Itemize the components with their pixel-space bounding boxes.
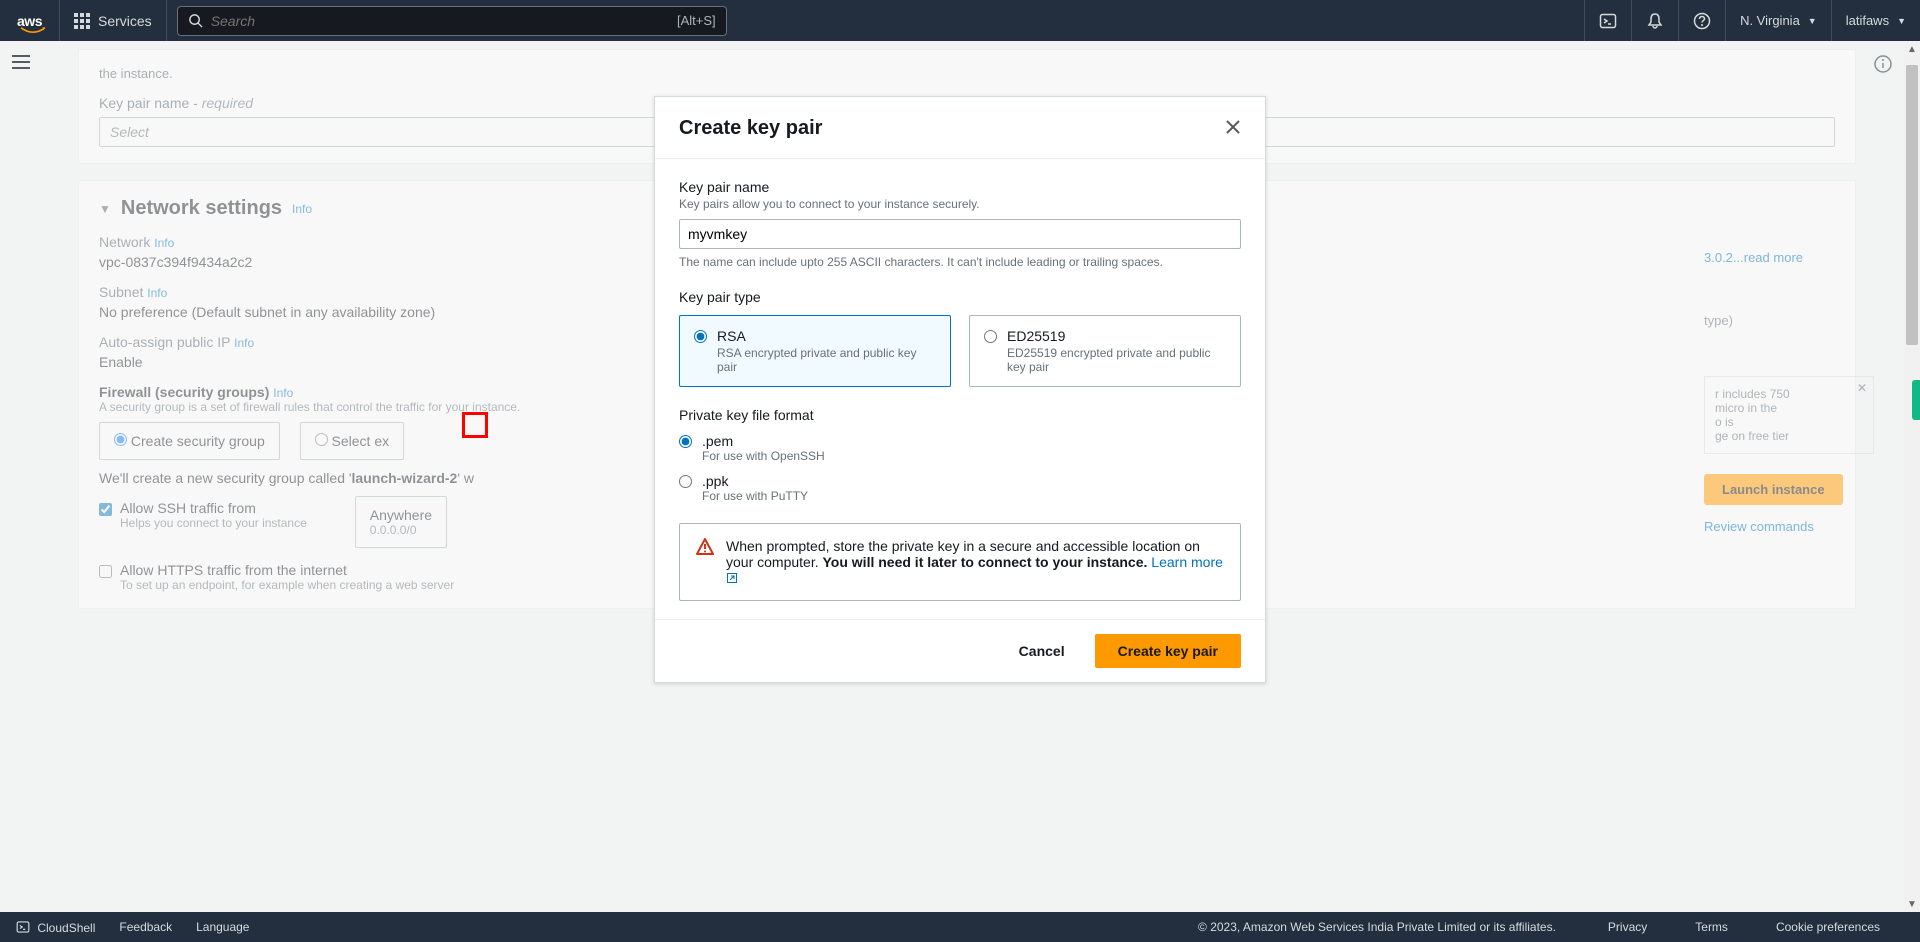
side-tab[interactable]: [1912, 380, 1920, 420]
footer: CloudShell Feedback Language © 2023, Ama…: [0, 912, 1920, 942]
account-menu[interactable]: latifaws▼: [1831, 0, 1920, 41]
external-link-icon: [726, 572, 738, 584]
keypair-type-rsa[interactable]: RSARSA encrypted private and public key …: [679, 315, 951, 387]
cookie-link[interactable]: Cookie preferences: [1776, 920, 1880, 934]
cancel-button[interactable]: Cancel: [1007, 634, 1077, 668]
notifications-icon[interactable]: [1631, 0, 1678, 41]
warning-icon: [696, 538, 714, 556]
terms-link[interactable]: Terms: [1695, 920, 1728, 934]
services-menu[interactable]: Services: [60, 0, 167, 41]
annotation-red-box: [462, 412, 488, 438]
cloudshell-nav-icon[interactable]: [1584, 0, 1631, 41]
top-nav: aws Services [Alt+S] N. Virginia▼ latifa…: [0, 0, 1920, 41]
private-key-warning: When prompted, store the private key in …: [679, 523, 1241, 601]
keypair-name-help: The name can include upto 255 ASCII char…: [679, 255, 1241, 269]
cloudshell-link[interactable]: CloudShell: [16, 920, 95, 935]
keypair-name-input[interactable]: [679, 219, 1241, 249]
cloudshell-icon: [16, 920, 30, 934]
key-format-ppk[interactable]: .ppkFor use with PuTTY: [679, 473, 1241, 503]
feedback-link[interactable]: Feedback: [119, 920, 172, 934]
services-label: Services: [98, 13, 152, 29]
key-format-label: Private key file format: [679, 407, 1241, 423]
modal-overlay: Create key pair Key pair name Key pairs …: [0, 41, 1920, 912]
global-search[interactable]: [Alt+S]: [177, 6, 727, 36]
language-link[interactable]: Language: [196, 920, 249, 934]
region-selector[interactable]: N. Virginia▼: [1725, 0, 1831, 41]
keypair-type-ed25519[interactable]: ED25519ED25519 encrypted private and pub…: [969, 315, 1241, 387]
copyright: © 2023, Amazon Web Services India Privat…: [1198, 920, 1556, 934]
create-keypair-button[interactable]: Create key pair: [1095, 634, 1241, 668]
keypair-type-label: Key pair type: [679, 289, 1241, 305]
search-input[interactable]: [211, 13, 669, 29]
aws-logo[interactable]: aws: [0, 0, 60, 41]
create-keypair-modal: Create key pair Key pair name Key pairs …: [654, 96, 1266, 683]
search-shortcut: [Alt+S]: [677, 13, 716, 28]
privacy-link[interactable]: Privacy: [1608, 920, 1647, 934]
help-icon[interactable]: [1678, 0, 1725, 41]
modal-title: Create key pair: [679, 117, 822, 140]
keypair-name-desc: Key pairs allow you to connect to your i…: [679, 197, 1241, 211]
search-icon: [188, 13, 203, 28]
keypair-name-label: Key pair name: [679, 179, 1241, 195]
grid-icon: [74, 13, 90, 29]
key-format-pem[interactable]: .pemFor use with OpenSSH: [679, 433, 1241, 463]
close-icon[interactable]: [1225, 119, 1241, 138]
